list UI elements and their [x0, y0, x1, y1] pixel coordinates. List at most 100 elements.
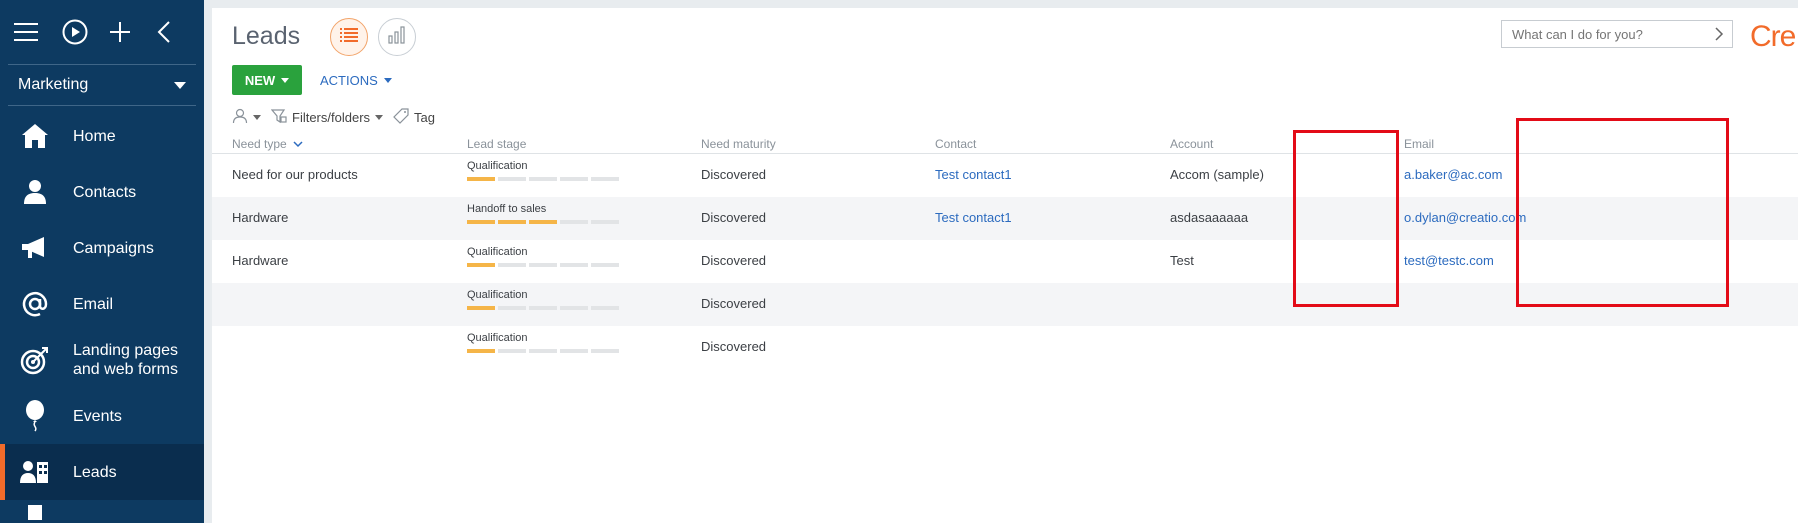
- cell-need-maturity: Discovered: [701, 339, 767, 354]
- command-input[interactable]: [1512, 26, 1702, 42]
- stage-segment: [498, 177, 526, 181]
- stage-segment: [591, 349, 619, 353]
- sidebar-item-email[interactable]: Email: [0, 276, 204, 332]
- sidebar-item-label: Landing pages and web forms: [73, 342, 178, 378]
- list-view-button[interactable]: [330, 18, 368, 56]
- owner-filter[interactable]: [232, 108, 261, 127]
- chevron-down-icon: [375, 114, 384, 120]
- table-row[interactable]: Qualification Discovered: [212, 326, 1798, 369]
- stage-name: Qualification: [467, 246, 528, 258]
- new-button[interactable]: NEW: [232, 65, 302, 95]
- actions-button[interactable]: ACTIONS: [320, 65, 392, 95]
- cell-need-maturity: Discovered: [701, 167, 767, 182]
- table-row[interactable]: Hardware Qualification Discovered Test t…: [212, 240, 1798, 283]
- sidebar-item-next[interactable]: [0, 500, 204, 520]
- sidebar-menu: Home Contacts Campaigns Email Landing pa…: [0, 108, 204, 520]
- cell-contact[interactable]: Test contact1: [935, 210, 1012, 225]
- column-header-need-type[interactable]: Need type: [232, 137, 303, 151]
- stage-segment: [467, 306, 495, 310]
- stage-name: Handoff to sales: [467, 203, 547, 215]
- plus-icon[interactable]: [109, 0, 157, 64]
- target-icon: [20, 345, 50, 375]
- column-header-email[interactable]: Email: [1404, 137, 1434, 151]
- sidebar-item-label: Leads: [73, 463, 117, 481]
- stage-segment: [498, 220, 526, 224]
- filter-icon: [270, 108, 287, 127]
- balloon-icon: [20, 400, 50, 432]
- stage-segment: [529, 349, 557, 353]
- sidebar-item-campaigns[interactable]: Campaigns: [0, 220, 204, 276]
- cell-email[interactable]: test@testc.com: [1404, 253, 1494, 268]
- stage-name: Qualification: [467, 332, 528, 344]
- grid-body: Need for our products Qualification Disc…: [212, 154, 1798, 369]
- collapse-chevron-icon[interactable]: [157, 0, 205, 64]
- document-icon: [20, 500, 50, 520]
- stage-segment: [591, 177, 619, 181]
- table-row[interactable]: Qualification Discovered: [212, 283, 1798, 326]
- column-header-lead-stage[interactable]: Lead stage: [467, 137, 526, 151]
- column-label: Email: [1404, 137, 1435, 151]
- column-header-account[interactable]: Account: [1170, 137, 1213, 151]
- sidebar-item-label: Campaigns: [73, 239, 154, 257]
- column-header-contact[interactable]: Contact: [935, 137, 976, 151]
- cell-need-type: Hardware: [232, 253, 289, 268]
- stage-segment: [591, 263, 619, 267]
- cell-lead-stage: Handoff to sales: [467, 203, 619, 224]
- menu-icon[interactable]: [14, 0, 62, 64]
- stage-progress-bar: [467, 263, 619, 267]
- stage-progress-bar: [467, 349, 619, 353]
- play-icon[interactable]: [62, 0, 110, 64]
- stage-segment: [560, 177, 588, 181]
- sidebar-item-contacts[interactable]: Contacts: [0, 164, 204, 220]
- stage-segment: [529, 306, 557, 310]
- grid-header: Need type Lead stage Need maturity Conta…: [212, 132, 1798, 154]
- sidebar-toolbar: [0, 0, 204, 64]
- new-button-label: NEW: [244, 72, 276, 88]
- home-icon: [20, 121, 50, 151]
- chevron-down-icon: [174, 81, 186, 89]
- sidebar-item-events[interactable]: Events: [0, 388, 204, 444]
- cell-need-type: Hardware: [232, 210, 289, 225]
- tag-icon: [393, 107, 409, 127]
- megaphone-icon: [20, 233, 50, 263]
- tag-filter[interactable]: Tag: [393, 107, 435, 127]
- leads-icon: [20, 457, 50, 487]
- stage-segment: [560, 349, 588, 353]
- sidebar-item-label: Events: [73, 407, 122, 425]
- filters-folders-label: Filters/folders: [292, 109, 371, 125]
- cell-email[interactable]: a.baker@ac.com: [1404, 167, 1502, 182]
- sidebar: Marketing Home Contacts Campaigns Email …: [0, 0, 204, 523]
- leads-grid: Need type Lead stage Need maturity Conta…: [212, 132, 1798, 369]
- cell-need-maturity: Discovered: [701, 253, 767, 268]
- column-header-need-maturity[interactable]: Need maturity: [701, 137, 776, 151]
- stage-segment: [529, 263, 557, 267]
- stage-segment: [560, 263, 588, 267]
- stage-segment: [560, 306, 588, 310]
- list-icon: [340, 27, 358, 47]
- cell-account: Test: [1170, 253, 1194, 268]
- filters-folders[interactable]: Filters/folders: [270, 108, 384, 127]
- command-line[interactable]: [1501, 20, 1733, 48]
- cell-contact[interactable]: Test contact1: [935, 167, 1012, 182]
- cell-need-maturity: Discovered: [701, 296, 767, 311]
- cell-need-maturity: Discovered: [701, 210, 767, 225]
- stage-segment: [467, 177, 495, 181]
- workplace-selector[interactable]: Marketing: [8, 64, 196, 106]
- sidebar-item-leads[interactable]: Leads: [0, 444, 204, 500]
- person-outline-icon: [232, 108, 248, 127]
- sidebar-item-home[interactable]: Home: [0, 108, 204, 164]
- chevron-right-icon[interactable]: [1714, 27, 1724, 44]
- table-row[interactable]: Hardware Handoff to sales Discovered Tes…: [212, 197, 1798, 240]
- at-icon: [20, 289, 50, 319]
- analytics-view-button[interactable]: [378, 18, 416, 56]
- stage-segment: [498, 306, 526, 310]
- column-label: Need maturity: [701, 137, 776, 151]
- stage-segment: [498, 349, 526, 353]
- chevron-down-icon: [281, 77, 290, 83]
- cell-email[interactable]: o.dylan@creatio.com: [1404, 210, 1526, 225]
- stage-segment: [529, 177, 557, 181]
- table-row[interactable]: Need for our products Qualification Disc…: [212, 154, 1798, 197]
- person-icon: [20, 177, 50, 207]
- sidebar-item-landing-pages[interactable]: Landing pages and web forms: [0, 332, 204, 388]
- stage-segment: [529, 220, 557, 224]
